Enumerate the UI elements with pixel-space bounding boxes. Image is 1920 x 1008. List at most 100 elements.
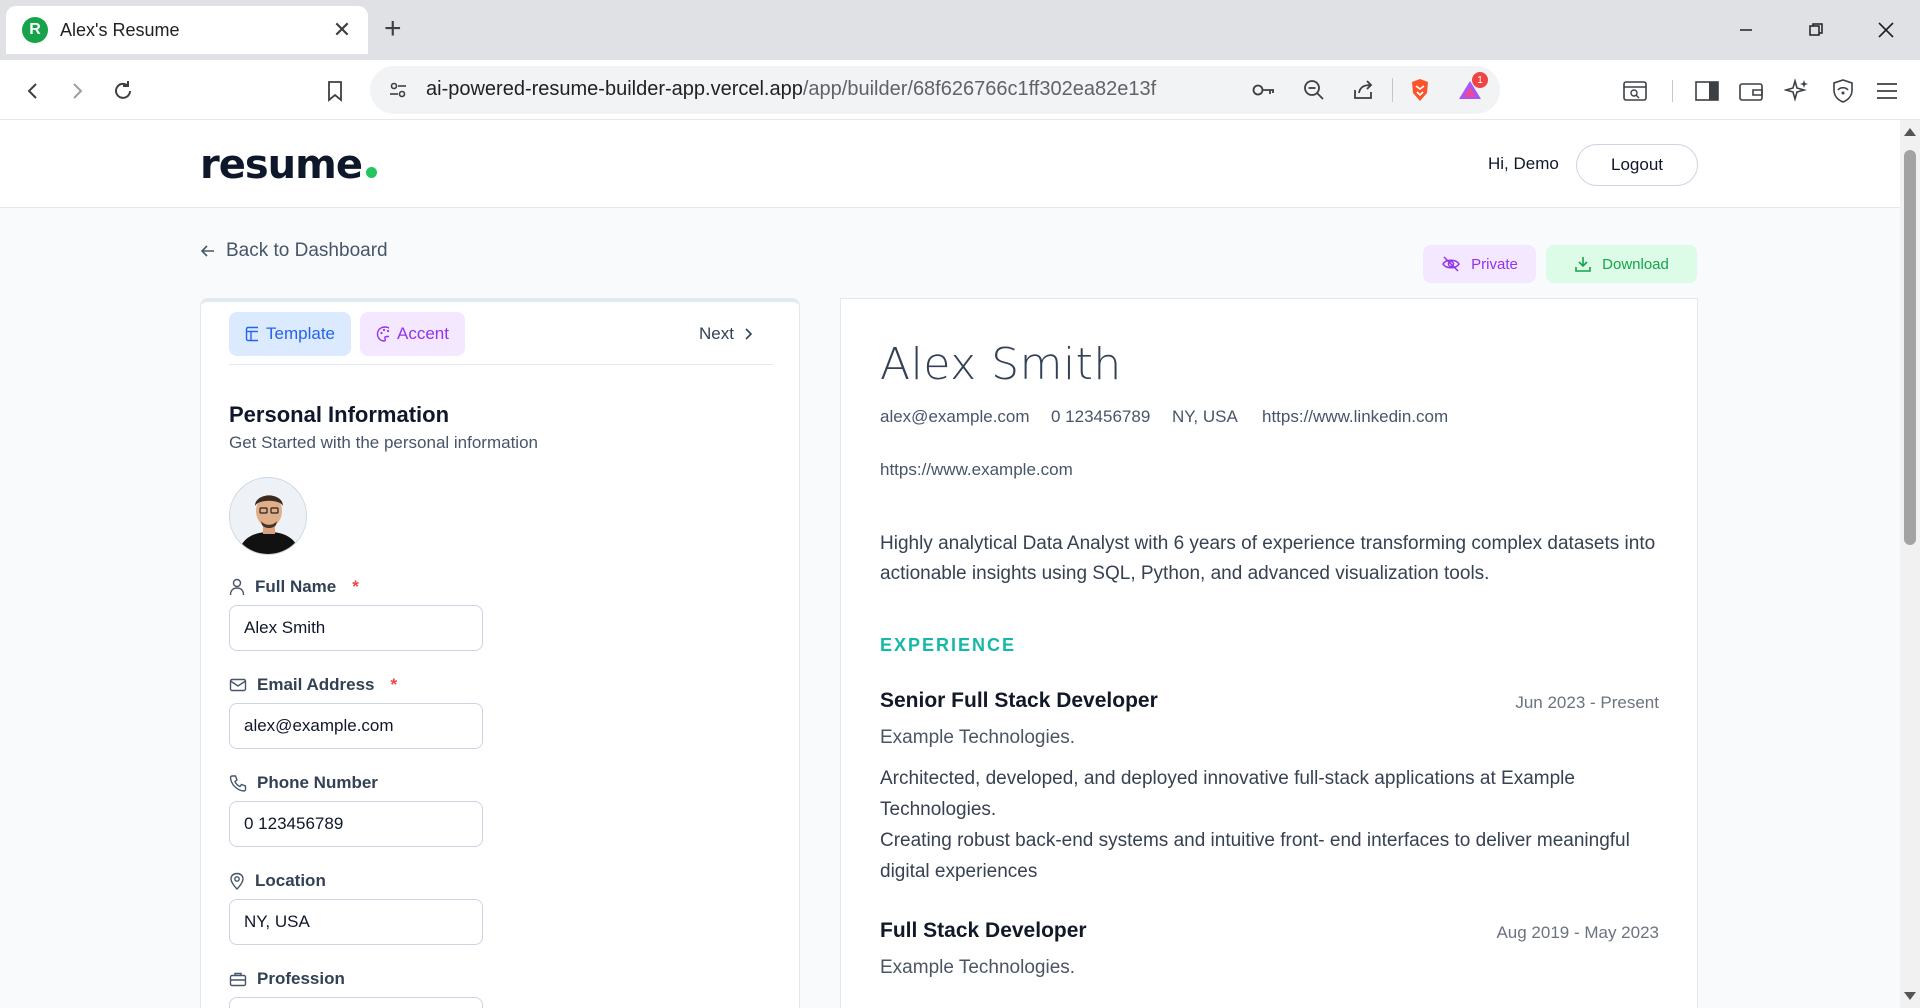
- private-toggle-button[interactable]: Private: [1423, 245, 1536, 283]
- location-label-text: Location: [255, 871, 326, 890]
- scroll-down-icon[interactable]: [1904, 992, 1916, 1000]
- job-title: Full Stack Developer: [880, 919, 1087, 942]
- menu-icon[interactable]: [1870, 74, 1904, 108]
- template-label: Template: [266, 324, 335, 343]
- tab-close-icon[interactable]: ✕: [330, 17, 354, 43]
- map-pin-icon: [230, 872, 244, 890]
- share-icon[interactable]: [1348, 74, 1380, 106]
- address-bar[interactable]: ai-powered-resume-builder-app.vercel.app…: [370, 66, 1500, 114]
- password-key-icon[interactable]: [1248, 74, 1280, 106]
- sidebar-icon[interactable]: [1690, 74, 1724, 108]
- download-label: Download: [1602, 255, 1669, 273]
- logo-dot: [365, 167, 377, 178]
- resume-summary: Highly analytical Data Analyst with 6 ye…: [880, 533, 1656, 584]
- restore-icon[interactable]: [1794, 10, 1838, 50]
- leo-ai-icon[interactable]: [1780, 74, 1814, 108]
- full-name-label: Full Name *: [229, 577, 359, 597]
- rewards-badge: 1: [1472, 72, 1488, 88]
- back-label: Back to Dashboard: [226, 240, 388, 261]
- page-scrollbar[interactable]: [1900, 120, 1920, 1008]
- job-company: Example Technologies.: [880, 957, 1076, 978]
- email-input[interactable]: [229, 703, 483, 749]
- job-description: Creating robust back-end systems and int…: [880, 830, 1630, 882]
- tab-search-icon[interactable]: [1618, 74, 1652, 108]
- wallet-icon[interactable]: [1734, 74, 1768, 108]
- next-label: Next: [699, 324, 734, 343]
- toolbar-divider: [1672, 80, 1673, 102]
- new-tab-icon[interactable]: +: [384, 14, 402, 44]
- accent-button[interactable]: Accent: [360, 312, 465, 356]
- accent-label: Accent: [397, 324, 449, 343]
- email-label: Email Address *: [229, 675, 397, 695]
- tab-title: Alex's Resume: [60, 19, 180, 40]
- scroll-up-icon[interactable]: [1904, 128, 1916, 136]
- scroll-thumb[interactable]: [1904, 150, 1916, 545]
- site-settings-icon[interactable]: [382, 74, 414, 106]
- section-title: Personal Information: [229, 402, 450, 427]
- url-text: ai-powered-resume-builder-app.vercel.app…: [426, 78, 1157, 100]
- resume-name: Alex Smith: [880, 339, 1122, 390]
- full-name-input[interactable]: [229, 605, 483, 651]
- logout-button[interactable]: Logout: [1576, 144, 1698, 186]
- favicon-icon: R: [22, 17, 48, 43]
- download-icon: [1575, 257, 1591, 272]
- back-icon[interactable]: [16, 74, 50, 108]
- job-description: Architected, developed, and deployed inn…: [880, 768, 1575, 820]
- resume-logo[interactable]: resume: [200, 142, 377, 188]
- resume-preview: Alex Smith alex@example.com 0 123456789 …: [840, 298, 1698, 1008]
- required-asterisk: *: [352, 577, 359, 596]
- email-label-text: Email Address: [257, 675, 375, 694]
- bookmark-icon[interactable]: [318, 74, 352, 108]
- brave-shields-icon[interactable]: [1404, 74, 1436, 106]
- profile-photo[interactable]: [229, 477, 307, 555]
- job-title: Senior Full Stack Developer: [880, 689, 1158, 712]
- editor-panel: Template Accent Next Personal Informatio…: [200, 298, 800, 1008]
- profession-label-text: Profession: [257, 969, 345, 988]
- page-viewport: resume Hi, Demo Logout Back to Dashboard…: [0, 120, 1900, 1008]
- resume-phone: 0 123456789: [1051, 407, 1151, 426]
- phone-icon: [229, 775, 247, 792]
- forward-icon[interactable]: [60, 74, 94, 108]
- user-greeting: Hi, Demo: [1488, 154, 1559, 173]
- reload-icon[interactable]: [106, 74, 140, 108]
- omnibox-divider: [1392, 78, 1393, 102]
- brave-rewards-icon[interactable]: 1: [1454, 72, 1488, 106]
- resume-linkedin: https://www.linkedin.com: [1262, 407, 1449, 426]
- experience-heading: EXPERIENCE: [880, 635, 1017, 655]
- profession-label: Profession: [229, 969, 345, 989]
- arrow-left-icon: [200, 245, 214, 257]
- close-window-icon[interactable]: [1864, 10, 1908, 50]
- resume-website: https://www.example.com: [880, 460, 1073, 479]
- next-button[interactable]: Next: [699, 324, 754, 344]
- phone-input[interactable]: [229, 801, 483, 847]
- browser-tab[interactable]: R Alex's Resume ✕: [6, 6, 368, 54]
- job-dates: Aug 2019 - May 2023: [1496, 923, 1659, 942]
- download-button[interactable]: Download: [1546, 245, 1697, 283]
- job-dates: Jun 2023 - Present: [1515, 693, 1659, 712]
- vpn-shield-icon[interactable]: [1826, 74, 1860, 108]
- back-to-dashboard-link[interactable]: Back to Dashboard: [200, 240, 388, 262]
- location-input[interactable]: [229, 899, 483, 945]
- required-asterisk: *: [390, 675, 398, 694]
- panel-divider: [229, 364, 773, 365]
- palette-icon: [376, 326, 390, 342]
- mail-icon: [229, 678, 247, 692]
- job-company: Example Technologies.: [880, 727, 1076, 748]
- briefcase-icon: [229, 972, 247, 987]
- template-button[interactable]: Template: [229, 312, 351, 356]
- private-label: Private: [1471, 255, 1518, 273]
- section-subtitle: Get Started with the personal informatio…: [229, 433, 538, 452]
- resume-email: alex@example.com: [880, 407, 1030, 426]
- eye-off-icon: [1442, 256, 1461, 272]
- browser-toolbar: ai-powered-resume-builder-app.vercel.app…: [0, 60, 1920, 120]
- user-icon: [229, 578, 245, 596]
- app-header: resume Hi, Demo Logout: [0, 120, 1900, 208]
- chevron-right-icon: [745, 328, 753, 340]
- resume-location: NY, USA: [1172, 407, 1238, 426]
- minimize-icon[interactable]: [1724, 10, 1768, 50]
- zoom-out-icon[interactable]: [1298, 74, 1330, 106]
- phone-label: Phone Number: [229, 773, 378, 793]
- avatar-image: [230, 478, 306, 554]
- profession-input[interactable]: [229, 997, 483, 1008]
- layout-icon: [245, 326, 259, 342]
